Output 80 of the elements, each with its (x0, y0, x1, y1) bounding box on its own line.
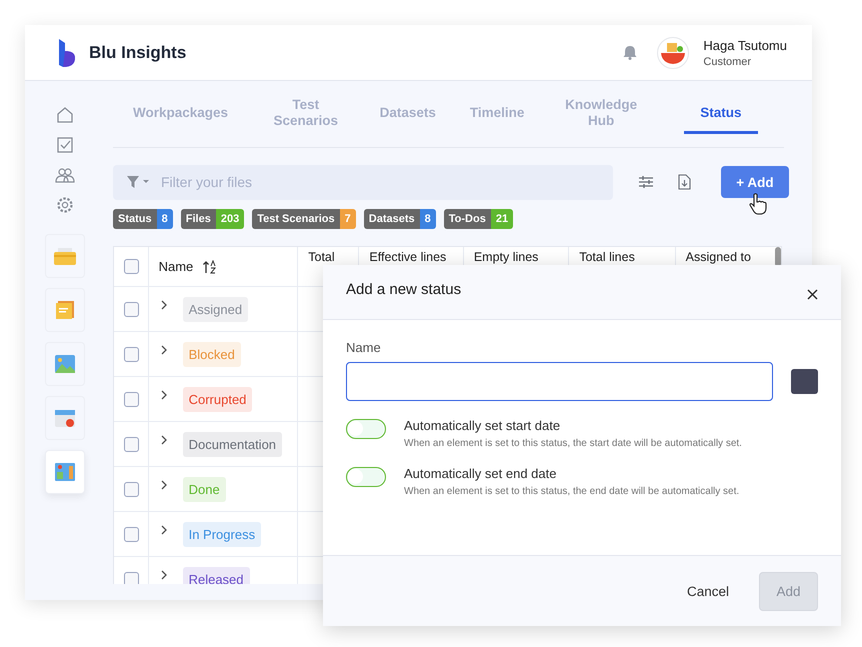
sort-icon[interactable] (203, 260, 218, 274)
folder-icon (54, 247, 76, 265)
checkbox[interactable] (124, 526, 139, 542)
calendar-icon (55, 408, 75, 428)
status-tag: Assigned (182, 296, 248, 322)
option-label: Automatically set end date (404, 466, 558, 481)
chevron-icon[interactable] (160, 525, 167, 535)
dashboard-icon (55, 463, 75, 481)
checkbox[interactable] (124, 482, 139, 496)
column-header[interactable]: Total (308, 250, 335, 264)
checkbox[interactable] (124, 302, 139, 316)
user-role: Customer (703, 56, 752, 68)
counter-label: To-Dos (444, 209, 491, 229)
toggle-switch[interactable] (346, 419, 386, 439)
counter-count: 203 (216, 209, 244, 229)
status-tag: In Progress (182, 522, 262, 546)
avatar-icon[interactable] (657, 36, 690, 68)
checkbox[interactable] (124, 259, 139, 274)
name-input-field[interactable] (346, 362, 773, 401)
chevron-icon[interactable] (160, 570, 167, 580)
image-icon (55, 355, 75, 373)
filter-icon[interactable] (127, 176, 151, 188)
counter-label: Test Scenarios (252, 209, 340, 229)
option-hint: When an element is set to this status, the start date will be automatically set. (404, 438, 742, 449)
tab[interactable]: Status (684, 94, 758, 134)
status-tag: Corrupted (182, 386, 252, 412)
counter-count: 8 (420, 209, 436, 229)
chevron-icon[interactable] (160, 480, 167, 490)
home-icon[interactable] (56, 106, 74, 124)
chevron-icon[interactable] (160, 300, 167, 310)
chevron-icon[interactable] (160, 435, 167, 445)
option-label: Automatically set start date (404, 418, 562, 433)
counter-count: 8 (156, 209, 173, 229)
counter-count: 21 (490, 209, 514, 229)
toggle-switch[interactable] (346, 467, 386, 487)
counter-label: Status (113, 209, 157, 229)
status-tag: Released (182, 566, 250, 584)
notes-app-button[interactable] (45, 288, 85, 332)
images-app-button[interactable] (45, 342, 85, 386)
checkbox[interactable] (124, 572, 139, 584)
column-header[interactable]: Effective lines (369, 250, 446, 264)
column-header[interactable]: Total lines (579, 250, 635, 264)
dashboard-app-button[interactable] (45, 450, 85, 494)
user-name: Haga Tsutomu (703, 38, 787, 52)
color-swatch[interactable] (791, 369, 818, 394)
scrollbar[interactable] (775, 247, 781, 267)
calendar-app-button[interactable] (45, 396, 85, 440)
checkbox[interactable] (124, 346, 139, 362)
filter-input-field[interactable]: Filter your files (159, 173, 543, 191)
status-tag: Documentation (182, 432, 282, 456)
chevron-icon[interactable] (160, 390, 167, 400)
status-tag: Blocked (182, 342, 241, 366)
settings-icon[interactable] (56, 196, 74, 214)
cancel-button[interactable]: Cancel (680, 582, 735, 600)
bell-icon[interactable] (623, 45, 638, 60)
counter-label: Files (180, 209, 216, 229)
users-icon[interactable] (55, 166, 75, 184)
column-header[interactable]: Assigned to (686, 250, 751, 264)
checkbox-icon[interactable] (56, 136, 74, 154)
note-icon (55, 300, 75, 320)
column-header[interactable]: Empty lines (474, 250, 538, 264)
status-tag: Done (182, 476, 226, 502)
counter-label: Datasets (364, 209, 420, 229)
dialog-title: Add a new status (346, 281, 462, 298)
download-file-icon[interactable] (678, 174, 691, 190)
field-label: Name (346, 340, 382, 355)
filter-field[interactable]: Filter your files (113, 164, 613, 200)
add-button[interactable]: + Add (721, 166, 789, 198)
counter-count: 7 (340, 209, 356, 229)
checkbox[interactable] (124, 436, 139, 452)
close-icon[interactable] (807, 288, 818, 300)
checkbox[interactable] (124, 392, 139, 406)
option-hint: When an element is set to this status, the end date will be automatically set. (404, 486, 740, 497)
folder-app-button[interactable] (45, 234, 85, 278)
app-name: Blu Insights (89, 42, 186, 62)
chevron-icon[interactable] (160, 345, 167, 355)
logo-icon (57, 38, 77, 66)
hand-cursor-icon (749, 193, 767, 215)
column-header[interactable]: Name (158, 259, 194, 274)
sliders-icon[interactable] (639, 176, 653, 188)
